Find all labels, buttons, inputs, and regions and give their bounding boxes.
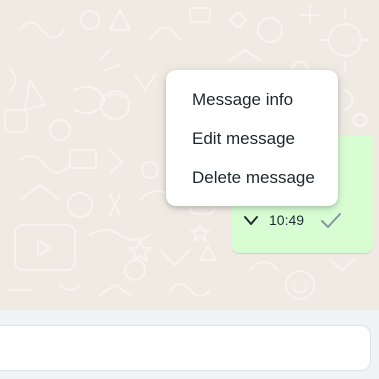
single-check-icon: [321, 213, 342, 228]
chevron-down-icon[interactable]: [243, 212, 259, 228]
menu-item-message-info[interactable]: Message info: [166, 80, 338, 119]
message-meta: 10:49: [243, 212, 344, 228]
message-input[interactable]: [0, 325, 371, 371]
message-context-menu: Message info Edit message Delete message: [166, 70, 338, 206]
menu-item-edit-message[interactable]: Edit message: [166, 119, 338, 158]
chat-window: 10:49 Message info Edit message Delete m…: [0, 0, 379, 379]
message-time: 10:49: [269, 212, 305, 228]
menu-item-delete-message[interactable]: Delete message: [166, 158, 338, 197]
composer-footer: [0, 310, 379, 379]
